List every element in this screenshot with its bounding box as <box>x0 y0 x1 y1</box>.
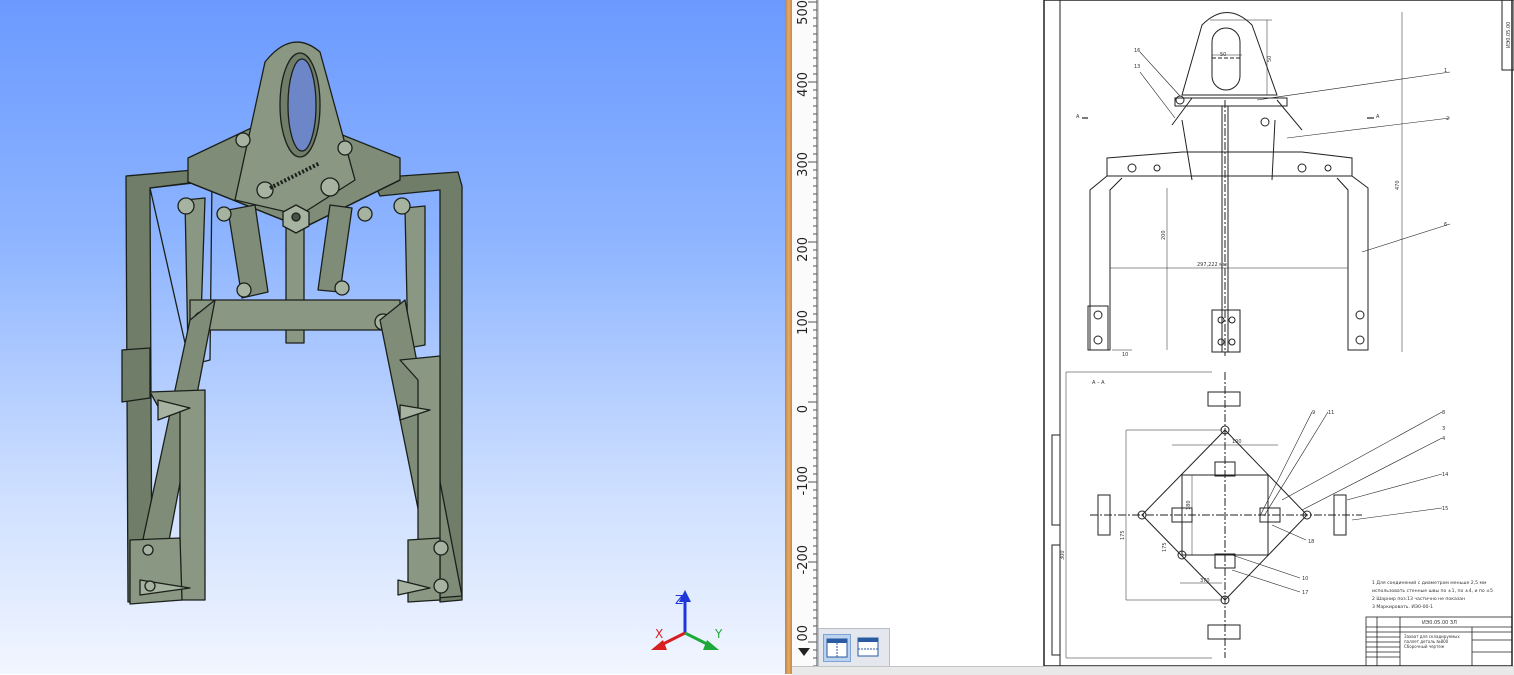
callout: 2 <box>1446 116 1449 122</box>
ruler-label: 500 <box>796 0 811 25</box>
callout: 4 <box>1442 436 1445 442</box>
callout: 13 <box>1134 64 1140 70</box>
dim-plan-bottom: 370 <box>1200 578 1210 584</box>
view-toolbar <box>818 628 890 668</box>
z-axis-label: Z <box>675 593 683 607</box>
callout: 8 <box>1442 410 1445 416</box>
sheet-frame <box>1059 0 1513 667</box>
3d-viewport[interactable]: Z X Y <box>0 0 785 674</box>
dim-total-height: 470 <box>1395 180 1401 190</box>
callout: 10 <box>1302 576 1308 582</box>
vertical-split-button[interactable] <box>823 634 851 662</box>
ruler-label: 300 <box>796 152 811 177</box>
ruler-label: 00 <box>796 625 811 642</box>
stamp-text: ИЭ0.05.00 <box>1506 22 1512 48</box>
dim-plan-height: 180 <box>1186 500 1192 510</box>
axis-triad: Z X Y <box>651 590 723 650</box>
note-line: 2 Шарнир поз.13 частично не показан <box>1372 596 1465 602</box>
dim-plan-width: 100 <box>1232 439 1242 445</box>
plan-view <box>1065 371 1443 659</box>
callout: 11 <box>1328 410 1334 416</box>
dim-small: 10 <box>1122 352 1128 358</box>
ruler-label: 400 <box>796 72 811 97</box>
vertical-split-icon <box>826 638 848 658</box>
callout: 14 <box>1442 472 1448 478</box>
crossbar <box>189 299 401 331</box>
ruler-label: 0 <box>796 405 811 414</box>
note-line: использовать стенные швы по ±1, по ±4, и… <box>1372 588 1493 594</box>
dim-top-width: 50 <box>1220 52 1226 58</box>
callout: 17 <box>1302 590 1308 596</box>
callout: 16 <box>1134 48 1140 54</box>
x-axis-label: X <box>655 627 663 641</box>
section-label: А – А <box>1092 380 1105 386</box>
callout: 9 <box>1312 410 1315 416</box>
horizontal-split-icon <box>857 637 879 657</box>
horizontal-split-button[interactable] <box>855 634 883 662</box>
ruler-label: 200 <box>796 237 811 262</box>
drawing-pane[interactable]: 500 400 300 200 100 0 -100 -200 00 ИЭ0.0… <box>792 0 1514 674</box>
note-line: 3 Маркировать. ИЭ0-00-1 <box>1372 604 1433 610</box>
ruler-label: -200 <box>796 545 811 575</box>
gripper-model[interactable] <box>0 0 785 674</box>
callout: 1 <box>1444 68 1447 74</box>
dim-plan-c: 175 <box>1162 542 1168 552</box>
dim-span: 297,222 мм <box>1197 262 1227 268</box>
dim-plan-total: 300 <box>1060 550 1066 560</box>
ruler-label: -100 <box>796 466 811 496</box>
pane-splitter[interactable] <box>785 0 792 674</box>
dim-plan-b: 175 <box>1120 530 1126 540</box>
vertical-ruler: 500 400 300 200 100 0 -100 -200 00 <box>792 0 819 674</box>
y-axis-label: Y <box>714 627 723 641</box>
dim-leg-height: 200 <box>1161 230 1167 240</box>
drawing-sheet[interactable]: ИЭ0.05.00 50 50 297,222 мм 200 470 10 А … <box>1032 0 1514 674</box>
dim-top-height: 50 <box>1267 56 1273 62</box>
callout: 18 <box>1308 539 1314 545</box>
callout: 15 <box>1442 506 1448 512</box>
section-mark-right: А <box>1376 114 1380 120</box>
title-name: Сборочный чертеж <box>1404 644 1445 649</box>
callout: 6 <box>1444 222 1447 228</box>
ruler-label: 100 <box>796 310 811 335</box>
title-code: ИЭ0.05.00 ЗЛ <box>1422 620 1457 626</box>
section-mark-left: А <box>1076 114 1080 120</box>
callout: 3 <box>1442 426 1445 432</box>
technical-notes: 1 Для соединений с диаметром меньше 2,5 … <box>1372 579 1493 610</box>
triangle-down-icon[interactable] <box>798 648 810 656</box>
note-line: 1 Для соединений с диаметром меньше 2,5 … <box>1372 579 1487 586</box>
